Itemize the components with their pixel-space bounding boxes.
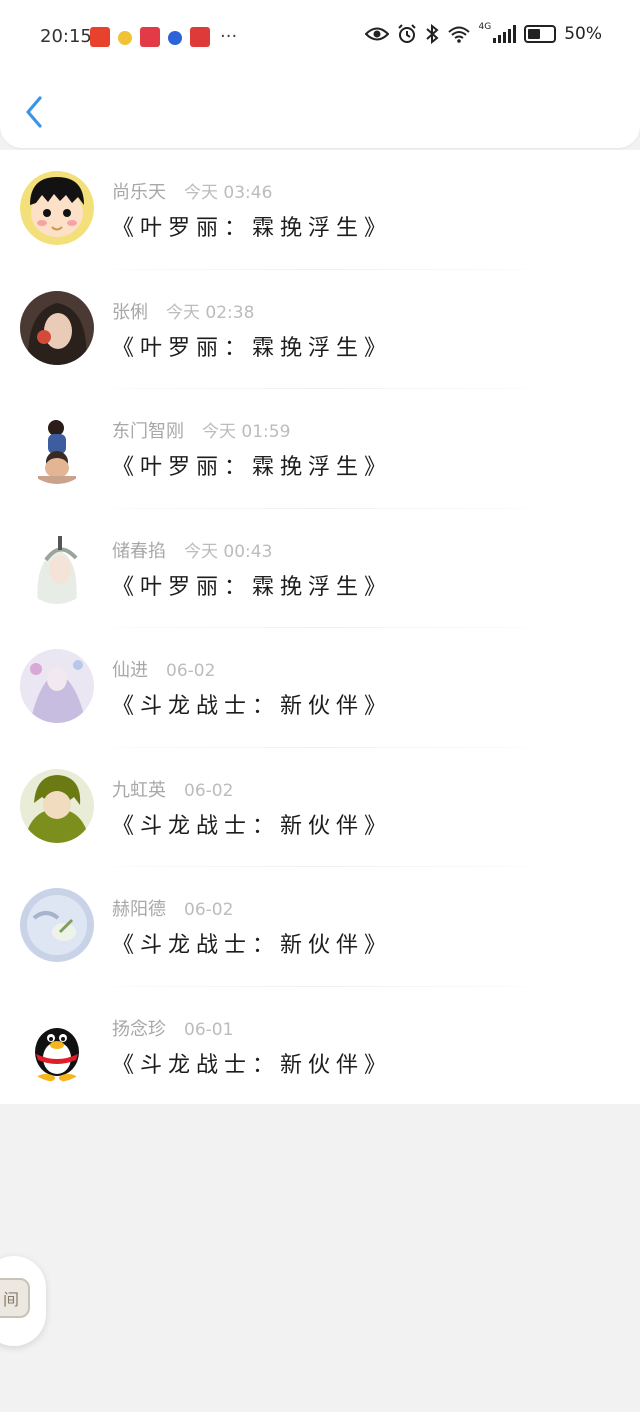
app-notification-icon <box>168 30 182 45</box>
list-item[interactable]: 储春掐 今天 00:43 《叶罗丽：霖挽浮生》 <box>0 509 640 628</box>
notification-icons: ··· <box>90 26 237 47</box>
comment-meta: 尚乐天 今天 03:46 <box>112 178 272 204</box>
comment-time: 06-02 <box>184 780 234 801</box>
comment-list: 尚乐天 今天 03:46 《叶罗丽：霖挽浮生》 张俐 今天 02:38 《叶罗丽：霖… <box>0 150 640 1104</box>
list-item[interactable]: 仙进 06-02 《斗龙战士：新伙伴》 <box>0 628 640 748</box>
list-item[interactable]: 赫阳德 06-02 《斗龙战士：新伙伴》 <box>0 867 640 987</box>
avatar[interactable] <box>20 768 94 843</box>
comment-meta: 扬念珍 06-01 <box>112 1015 233 1041</box>
list-item[interactable]: 尚乐天 今天 03:46 《叶罗丽：霖挽浮生》 <box>0 150 640 270</box>
app-notification-icon <box>118 30 132 45</box>
commenter-name: 东门智刚 <box>112 421 184 442</box>
work-title: 《斗龙战士：新伙伴》 <box>112 1052 393 1078</box>
list-item[interactable]: 东门智刚 今天 01:59 《叶罗丽：霖挽浮生》 <box>0 389 640 509</box>
commenter-name: 九虹英 <box>112 779 166 801</box>
comment-time: 今天 02:38 <box>166 302 255 323</box>
work-title: 《斗龙战士：新伙伴》 <box>112 694 393 719</box>
app-notification-icon <box>90 26 110 47</box>
more-notifications-icon: ··· <box>220 26 238 47</box>
comment-time: 06-02 <box>184 900 234 920</box>
comment-time: 06-02 <box>166 661 216 681</box>
avatar[interactable] <box>20 1007 94 1082</box>
status-time: 20:15 <box>40 26 92 47</box>
comment-meta: 赫阳德 06-02 <box>112 895 233 921</box>
comment-time: 06-01 <box>184 1019 234 1040</box>
floating-button-icon: 间 <box>0 1278 30 1318</box>
floating-side-button[interactable]: 间 <box>0 1256 46 1346</box>
work-title: 《叶罗丽：霖挽浮生》 <box>112 216 393 241</box>
network-type-label: 4G <box>478 22 492 32</box>
top-nav-bar <box>0 76 640 148</box>
comment-time: 今天 01:59 <box>202 422 291 442</box>
work-title: 《叶罗丽：霖挽浮生》 <box>112 574 393 600</box>
avatar[interactable] <box>20 171 94 245</box>
work-title: 《叶罗丽：霖挽浮生》 <box>112 455 393 480</box>
back-button[interactable] <box>18 90 54 134</box>
comment-meta: 九虹英 06-02 <box>112 776 233 802</box>
commenter-name: 仙进 <box>112 660 148 681</box>
signal-icon <box>493 25 517 43</box>
chevron-left-icon <box>26 96 42 128</box>
status-bar: 20:15 ··· 4G 50% <box>0 0 640 76</box>
app-notification-icon <box>190 26 210 47</box>
eye-icon <box>364 27 389 41</box>
status-right: 4G 50% <box>364 22 602 44</box>
commenter-name: 扬念珍 <box>112 1018 166 1040</box>
app-notification-icon <box>140 26 160 47</box>
comment-meta: 张俐 今天 02:38 <box>112 298 254 324</box>
comment-meta: 仙进 06-02 <box>112 656 215 682</box>
alarm-icon <box>397 24 416 43</box>
commenter-name: 尚乐天 <box>112 182 166 203</box>
avatar[interactable] <box>20 290 94 365</box>
wifi-icon <box>447 26 470 43</box>
comment-time: 今天 00:43 <box>184 541 273 562</box>
work-title: 《斗龙战士：新伙伴》 <box>112 933 393 958</box>
comment-meta: 储春掐 今天 00:43 <box>112 537 272 563</box>
comment-meta: 东门智刚 今天 01:59 <box>112 417 290 443</box>
list-item[interactable]: 扬念珍 06-01 《斗龙战士：新伙伴》 <box>0 987 640 1107</box>
comment-time: 今天 03:46 <box>184 183 273 203</box>
avatar[interactable] <box>20 529 94 604</box>
work-title: 《叶罗丽：霖挽浮生》 <box>112 335 393 361</box>
battery-percent: 50% <box>564 24 602 44</box>
avatar[interactable] <box>20 888 94 962</box>
bluetooth-icon <box>425 24 439 44</box>
commenter-name: 赫阳德 <box>112 899 166 920</box>
list-item[interactable]: 九虹英 06-02 《斗龙战士：新伙伴》 <box>0 748 640 867</box>
avatar[interactable] <box>20 410 94 484</box>
commenter-name: 张俐 <box>112 301 148 323</box>
list-item[interactable]: 张俐 今天 02:38 《叶罗丽：霖挽浮生》 <box>0 270 640 389</box>
battery-icon <box>524 25 557 43</box>
commenter-name: 储春掐 <box>112 540 166 562</box>
avatar[interactable] <box>20 649 94 723</box>
floating-button-label: 间 <box>2 1290 19 1309</box>
work-title: 《斗龙战士：新伙伴》 <box>112 813 393 839</box>
